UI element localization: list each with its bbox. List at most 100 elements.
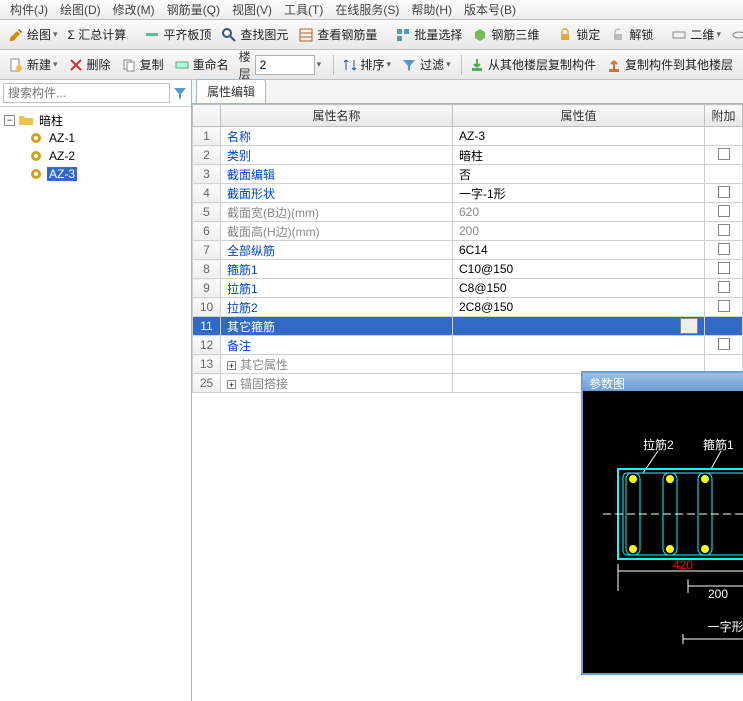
delete-button[interactable]: 删除 <box>64 54 115 75</box>
menu-draw[interactable]: 绘图(D) <box>54 1 107 18</box>
floor-dropdown[interactable]: ▾ <box>317 59 322 70</box>
view-rebar-button[interactable]: 查看钢筋量 <box>294 24 381 45</box>
two-d-button[interactable]: 二维▾ <box>667 24 725 45</box>
property-value-cell[interactable] <box>453 336 705 355</box>
flat-top-button[interactable]: 平齐板顶 <box>140 24 215 45</box>
rename-button[interactable]: 重命名 <box>170 54 233 75</box>
tree-item-az3[interactable]: AZ-3 <box>0 165 191 183</box>
checkbox[interactable] <box>718 338 730 350</box>
property-value-cell[interactable]: ⋯ <box>453 317 705 336</box>
property-name-cell[interactable]: 备注 <box>221 336 453 355</box>
property-value-cell[interactable]: 6C14 <box>453 241 705 260</box>
table-row[interactable]: 6截面高(H边)(mm)200 <box>193 222 743 241</box>
additional-checkbox-cell[interactable] <box>705 317 743 336</box>
unlock-button[interactable]: 解锁 <box>606 24 657 45</box>
additional-checkbox-cell[interactable] <box>705 260 743 279</box>
table-row[interactable]: 7全部纵筋6C14 <box>193 241 743 260</box>
tab-property-edit[interactable]: 属性编辑 <box>196 79 266 103</box>
property-value-cell[interactable]: 2C8@150 <box>453 298 705 317</box>
find-element-button[interactable]: 查找图元 <box>217 24 292 45</box>
menu-component[interactable]: 构件(J) <box>4 1 54 18</box>
col-header-add[interactable]: 附加 <box>705 105 743 127</box>
property-value-cell[interactable]: C8@150 <box>453 279 705 298</box>
ellipsis-button[interactable]: ⋯ <box>680 318 698 334</box>
table-row[interactable]: 8箍筋1C10@150 <box>193 260 743 279</box>
checkbox[interactable] <box>718 224 730 236</box>
additional-checkbox-cell[interactable] <box>705 279 743 298</box>
property-name-cell[interactable]: 截面宽(B边)(mm) <box>221 203 453 222</box>
property-value-cell[interactable]: 一字-1形 <box>453 184 705 203</box>
tree-root-anzhu[interactable]: − 暗柱 <box>0 111 191 129</box>
property-value-cell[interactable]: AZ-3 <box>453 127 705 146</box>
table-row[interactable]: 10拉筋22C8@150 <box>193 298 743 317</box>
lock-button[interactable]: 锁定 <box>553 24 604 45</box>
additional-checkbox-cell[interactable] <box>705 298 743 317</box>
copy-button[interactable]: 复制 <box>117 54 168 75</box>
checkbox[interactable] <box>718 186 730 198</box>
property-name-cell[interactable]: 拉筋1 <box>221 279 453 298</box>
property-name-cell[interactable]: 截面高(H边)(mm) <box>221 222 453 241</box>
table-row[interactable]: 4截面形状一字-1形 <box>193 184 743 203</box>
checkbox[interactable] <box>718 243 730 255</box>
checkbox[interactable] <box>718 300 730 312</box>
filter-button[interactable]: 过滤▾ <box>397 54 455 75</box>
menu-help[interactable]: 帮助(H) <box>405 1 458 18</box>
sum-button[interactable]: Σ 汇总计算 <box>64 24 131 45</box>
property-value-cell[interactable]: 否 <box>453 165 705 184</box>
copy-from-floor-button[interactable]: 从其他楼层复制构件 <box>465 54 600 75</box>
additional-checkbox-cell[interactable] <box>705 336 743 355</box>
col-header-name[interactable]: 属性名称 <box>221 105 453 127</box>
additional-checkbox-cell[interactable] <box>705 184 743 203</box>
expand-icon[interactable]: + <box>227 361 236 370</box>
new-button[interactable]: 新建▾ <box>4 54 62 75</box>
menu-online[interactable]: 在线服务(S) <box>329 1 405 18</box>
floor-input[interactable] <box>255 55 315 75</box>
property-value-cell[interactable]: C10@150 <box>453 260 705 279</box>
top-view-button[interactable]: 俯视 <box>727 24 743 45</box>
property-name-cell[interactable]: 拉筋2 <box>221 298 453 317</box>
additional-checkbox-cell[interactable] <box>705 203 743 222</box>
property-name-cell[interactable]: 截面编辑 <box>221 165 453 184</box>
checkbox[interactable] <box>718 148 730 160</box>
property-value-cell[interactable]: 200 <box>453 222 705 241</box>
additional-checkbox-cell[interactable] <box>705 222 743 241</box>
draw-button[interactable]: 绘图▾ <box>4 24 62 45</box>
property-name-cell[interactable]: 名称 <box>221 127 453 146</box>
menu-version[interactable]: 版本号(B) <box>458 1 522 18</box>
menu-view[interactable]: 视图(V) <box>226 1 278 18</box>
checkbox[interactable] <box>718 281 730 293</box>
collapse-icon[interactable]: − <box>4 115 15 126</box>
property-name-cell[interactable]: +其它属性 <box>221 355 453 374</box>
additional-checkbox-cell[interactable] <box>705 127 743 146</box>
property-name-cell[interactable]: 其它箍筋 <box>221 317 453 336</box>
table-row[interactable]: 12备注 <box>193 336 743 355</box>
filter-icon[interactable] <box>172 85 188 101</box>
property-name-cell[interactable]: 箍筋1 <box>221 260 453 279</box>
property-name-cell[interactable]: 类别 <box>221 146 453 165</box>
table-row[interactable]: 9拉筋1C8@150 <box>193 279 743 298</box>
table-row[interactable]: 2类别暗柱 <box>193 146 743 165</box>
copy-to-floor-button[interactable]: 复制构件到其他楼层 <box>602 54 737 75</box>
table-row[interactable]: 3截面编辑否 <box>193 165 743 184</box>
menu-tools[interactable]: 工具(T) <box>278 1 329 18</box>
menu-rebar[interactable]: 钢筋量(Q) <box>161 1 226 18</box>
batch-select-button[interactable]: 批量选择 <box>391 24 466 45</box>
checkbox[interactable] <box>718 262 730 274</box>
tree-item-az2[interactable]: AZ-2 <box>0 147 191 165</box>
property-value-cell[interactable]: 暗柱 <box>453 146 705 165</box>
steel-3d-button[interactable]: 钢筋三维 <box>468 24 543 45</box>
additional-checkbox-cell[interactable] <box>705 146 743 165</box>
additional-checkbox-cell[interactable] <box>705 165 743 184</box>
menu-modify[interactable]: 修改(M) <box>107 1 161 18</box>
property-name-cell[interactable]: 全部纵筋 <box>221 241 453 260</box>
search-input[interactable] <box>3 83 170 103</box>
property-name-cell[interactable]: 截面形状 <box>221 184 453 203</box>
table-row[interactable]: 1名称AZ-3 <box>193 127 743 146</box>
property-name-cell[interactable]: +锚固搭接 <box>221 374 453 393</box>
expand-icon[interactable]: + <box>227 380 236 389</box>
table-row[interactable]: 11其它箍筋⋯ <box>193 317 743 336</box>
col-header-value[interactable]: 属性值 <box>453 105 705 127</box>
property-value-cell[interactable]: 620 <box>453 203 705 222</box>
sort-button[interactable]: 排序▾ <box>338 54 396 75</box>
table-row[interactable]: 5截面宽(B边)(mm)620 <box>193 203 743 222</box>
